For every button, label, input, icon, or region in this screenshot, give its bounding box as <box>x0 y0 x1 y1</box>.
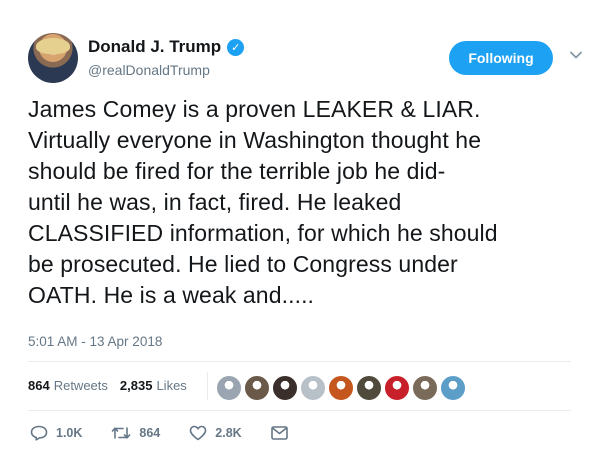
retweets-stat-count: 864 <box>28 378 50 393</box>
author-name-row: Donald J. Trump ✓ <box>88 37 245 57</box>
retweet-icon <box>112 427 131 439</box>
liker-avatar[interactable] <box>244 375 270 401</box>
retweets-stat-label: Retweets <box>53 378 108 393</box>
liker-avatar[interactable] <box>356 375 382 401</box>
author-handle[interactable]: @realDonaldTrump <box>88 62 210 78</box>
envelope-icon <box>270 426 288 440</box>
likes-stat-label: Likes <box>156 378 187 393</box>
tweet-text-line: Virtually everyone in Washington thought… <box>28 127 482 153</box>
author-display-name[interactable]: Donald J. Trump <box>88 37 221 57</box>
chevron-down-icon[interactable] <box>569 48 583 62</box>
likes-stat[interactable]: 2,835 Likes <box>120 378 187 393</box>
tweet-stats: 864 Retweets 2,835 Likes <box>28 378 199 393</box>
tweet-text-line: James Comey is a proven LEAKER & LIAR. <box>28 96 481 122</box>
divider <box>207 372 208 400</box>
tweet-timestamp[interactable]: 5:01 AM - 13 Apr 2018 <box>28 334 162 349</box>
reply-icon <box>30 425 48 441</box>
retweet-count: 864 <box>139 426 161 440</box>
liker-avatar[interactable] <box>272 375 298 401</box>
tweet-actions: 1.0K 864 2.8K <box>30 425 317 441</box>
verified-badge-icon: ✓ <box>227 38 245 56</box>
liker-avatar[interactable] <box>328 375 354 401</box>
author-avatar[interactable] <box>28 33 78 83</box>
liker-avatar[interactable] <box>216 375 242 401</box>
divider <box>28 361 571 362</box>
tweet-text-line: should be fired for the terrible job he … <box>28 158 446 184</box>
liker-avatar[interactable] <box>384 375 410 401</box>
tweet-text: James Comey is a proven LEAKER & LIAR. V… <box>28 94 580 311</box>
heart-icon <box>189 425 207 441</box>
direct-message-action[interactable] <box>270 426 288 440</box>
liker-avatar[interactable] <box>300 375 326 401</box>
tweet-text-line: be prosecuted. He lied to Congress under <box>28 251 458 277</box>
liker-avatar[interactable] <box>412 375 438 401</box>
reply-action[interactable]: 1.0K <box>30 425 82 441</box>
tweet-text-line: until he was, in fact, fired. He leaked <box>28 189 402 215</box>
liker-avatars <box>216 375 466 401</box>
following-button[interactable]: Following <box>449 41 553 75</box>
liker-avatar[interactable] <box>440 375 466 401</box>
retweets-stat[interactable]: 864 Retweets <box>28 378 108 393</box>
like-action[interactable]: 2.8K <box>189 425 242 441</box>
likes-stat-count: 2,835 <box>119 378 153 393</box>
divider <box>28 410 571 411</box>
tweet-text-line: CLASSIFIED information, for which he sho… <box>28 220 498 246</box>
reply-count: 1.0K <box>56 426 83 440</box>
retweet-action[interactable]: 864 <box>111 425 160 441</box>
like-count: 2.8K <box>215 426 242 440</box>
tweet-text-line: OATH. He is a weak and..... <box>28 282 315 308</box>
